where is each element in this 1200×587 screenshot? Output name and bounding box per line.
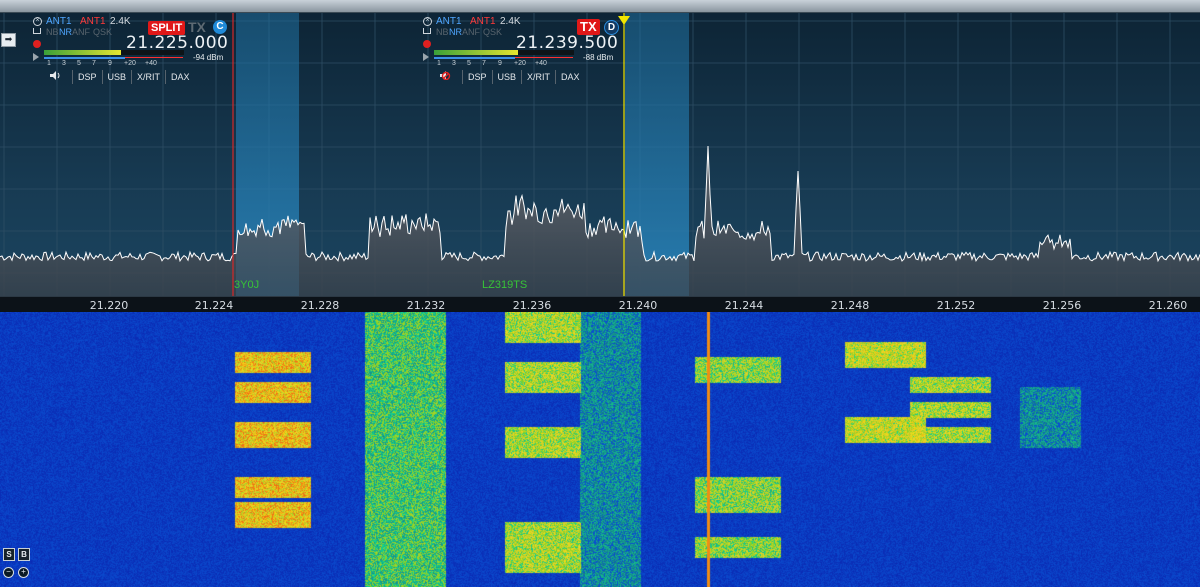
axis-tick-label: 21.240 — [618, 299, 658, 312]
signal-dbm: -94 dBm — [193, 53, 224, 62]
play-icon[interactable] — [33, 53, 39, 61]
flag-qsk[interactable]: QSK — [483, 27, 502, 37]
dsp-button[interactable]: DSP — [72, 70, 102, 84]
s-scale-3: 3 — [452, 60, 456, 67]
flag-anf[interactable]: ANF — [72, 27, 90, 37]
s-scale-1: 1 — [437, 60, 441, 67]
slice-c-button-bar: DSP USB X/RIT DAX — [38, 70, 195, 84]
slice-c-flag[interactable]: × ANT1 ANT1 2.4K NB NR ANF QSK SPLIT TX … — [30, 15, 235, 90]
mode-button[interactable]: USB — [101, 70, 132, 84]
s-scale-1: 1 — [47, 60, 51, 67]
flag-nb[interactable]: NB — [46, 27, 59, 37]
play-icon[interactable] — [423, 53, 429, 61]
frequency-axis[interactable]: 21.220 21.224 21.228 21.232 21.236 21.24… — [0, 296, 1200, 313]
waterfall-b-button[interactable]: B — [18, 548, 30, 561]
record-icon[interactable] — [423, 40, 431, 48]
s-scale-5: 5 — [77, 60, 81, 67]
waterfall[interactable]: S B − + — [0, 312, 1200, 587]
slice-d-button-bar: DSP USB X/RIT DAX — [428, 70, 585, 84]
axis-tick-label: 21.244 — [724, 299, 764, 312]
mode-button[interactable]: USB — [491, 70, 522, 84]
s-scale-9: 9 — [498, 60, 502, 67]
s-meter — [44, 50, 184, 55]
lock-icon[interactable] — [423, 28, 431, 34]
filter-bandwidth[interactable]: 2.4K — [500, 16, 521, 27]
speaker-button[interactable] — [428, 70, 462, 84]
flag-anf[interactable]: ANF — [462, 27, 480, 37]
axis-tick-label: 21.252 — [936, 299, 976, 312]
s-scale-plus40: +40 — [145, 60, 157, 67]
waterfall-display[interactable] — [0, 312, 1200, 587]
dax-button[interactable]: DAX — [555, 70, 585, 84]
s-scale-9: 9 — [108, 60, 112, 67]
s-scale-7: 7 — [482, 60, 486, 67]
s-scale-plus20: +20 — [514, 60, 526, 67]
s-scale-5: 5 — [467, 60, 471, 67]
axis-tick-label: 21.248 — [830, 299, 870, 312]
axis-tick-label: 21.256 — [1042, 299, 1082, 312]
s-meter-level — [434, 50, 518, 55]
axis-tick-label: 21.220 — [89, 299, 129, 312]
speaker-muted-icon — [439, 71, 450, 81]
filter-bandwidth[interactable]: 2.4K — [110, 16, 131, 27]
panadapter[interactable]: ➡ × ANT1 ANT1 2.4K NB NR ANF QSK SPLIT T… — [0, 13, 1200, 296]
s-meter-scale-line — [434, 57, 515, 59]
xrit-button[interactable]: X/RIT — [521, 70, 555, 84]
axis-tick-label: 21.224 — [194, 299, 234, 312]
axis-tick-label: 21.232 — [406, 299, 446, 312]
waterfall-s-button[interactable]: S — [3, 548, 15, 561]
lock-icon[interactable] — [33, 28, 41, 34]
s-scale-plus20: +20 — [124, 60, 136, 67]
s-meter-over-scale — [515, 57, 573, 58]
flag-nb[interactable]: NB — [436, 27, 449, 37]
s-meter-scale-line — [44, 57, 125, 59]
zoom-out-icon[interactable]: − — [3, 567, 14, 578]
close-slice-icon[interactable]: × — [423, 17, 432, 26]
dsp-button[interactable]: DSP — [462, 70, 492, 84]
flag-nr[interactable]: NR — [59, 27, 72, 37]
s-meter — [434, 50, 574, 55]
axis-tick-label: 21.228 — [300, 299, 340, 312]
window-top-bar — [0, 0, 1200, 13]
flag-qsk[interactable]: QSK — [93, 27, 112, 37]
spot-label[interactable]: 3Y0J — [234, 279, 259, 291]
axis-tick-label: 21.236 — [512, 299, 552, 312]
signal-dbm: -88 dBm — [583, 53, 614, 62]
s-meter-over-scale — [125, 57, 183, 58]
axis-tick-label: 21.260 — [1148, 299, 1188, 312]
tx-antenna[interactable]: ANT1 — [470, 16, 496, 27]
tx-antenna[interactable]: ANT1 — [80, 16, 106, 27]
record-icon[interactable] — [33, 40, 41, 48]
xrit-button[interactable]: X/RIT — [131, 70, 165, 84]
s-meter-level — [44, 50, 121, 55]
close-slice-icon[interactable]: × — [33, 17, 42, 26]
rx-antenna[interactable]: ANT1 — [436, 16, 462, 27]
s-scale-7: 7 — [92, 60, 96, 67]
slice-letter-badge: C — [213, 20, 227, 34]
flag-nr[interactable]: NR — [449, 27, 462, 37]
s-scale-plus40: +40 — [535, 60, 547, 67]
spot-label[interactable]: LZ319TS — [482, 279, 527, 291]
rx-antenna[interactable]: ANT1 — [46, 16, 72, 27]
s-scale-3: 3 — [62, 60, 66, 67]
dax-button[interactable]: DAX — [165, 70, 195, 84]
slice-d-flag[interactable]: × ANT1 ANT1 2.4K NB NR ANF QSK TX D 21.2… — [420, 15, 625, 90]
speaker-button[interactable] — [38, 70, 72, 84]
side-panel-toggle-button[interactable]: ➡ — [1, 33, 16, 47]
speaker-icon — [49, 71, 59, 80]
zoom-in-icon[interactable]: + — [18, 567, 29, 578]
